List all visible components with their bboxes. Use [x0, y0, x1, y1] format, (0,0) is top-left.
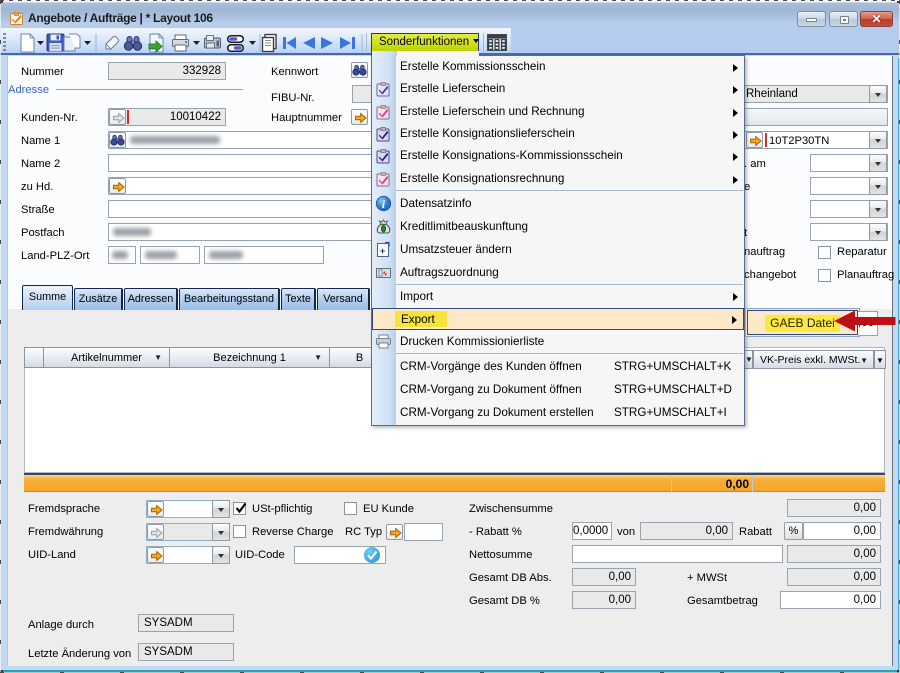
- svg-text:+: +: [380, 246, 385, 256]
